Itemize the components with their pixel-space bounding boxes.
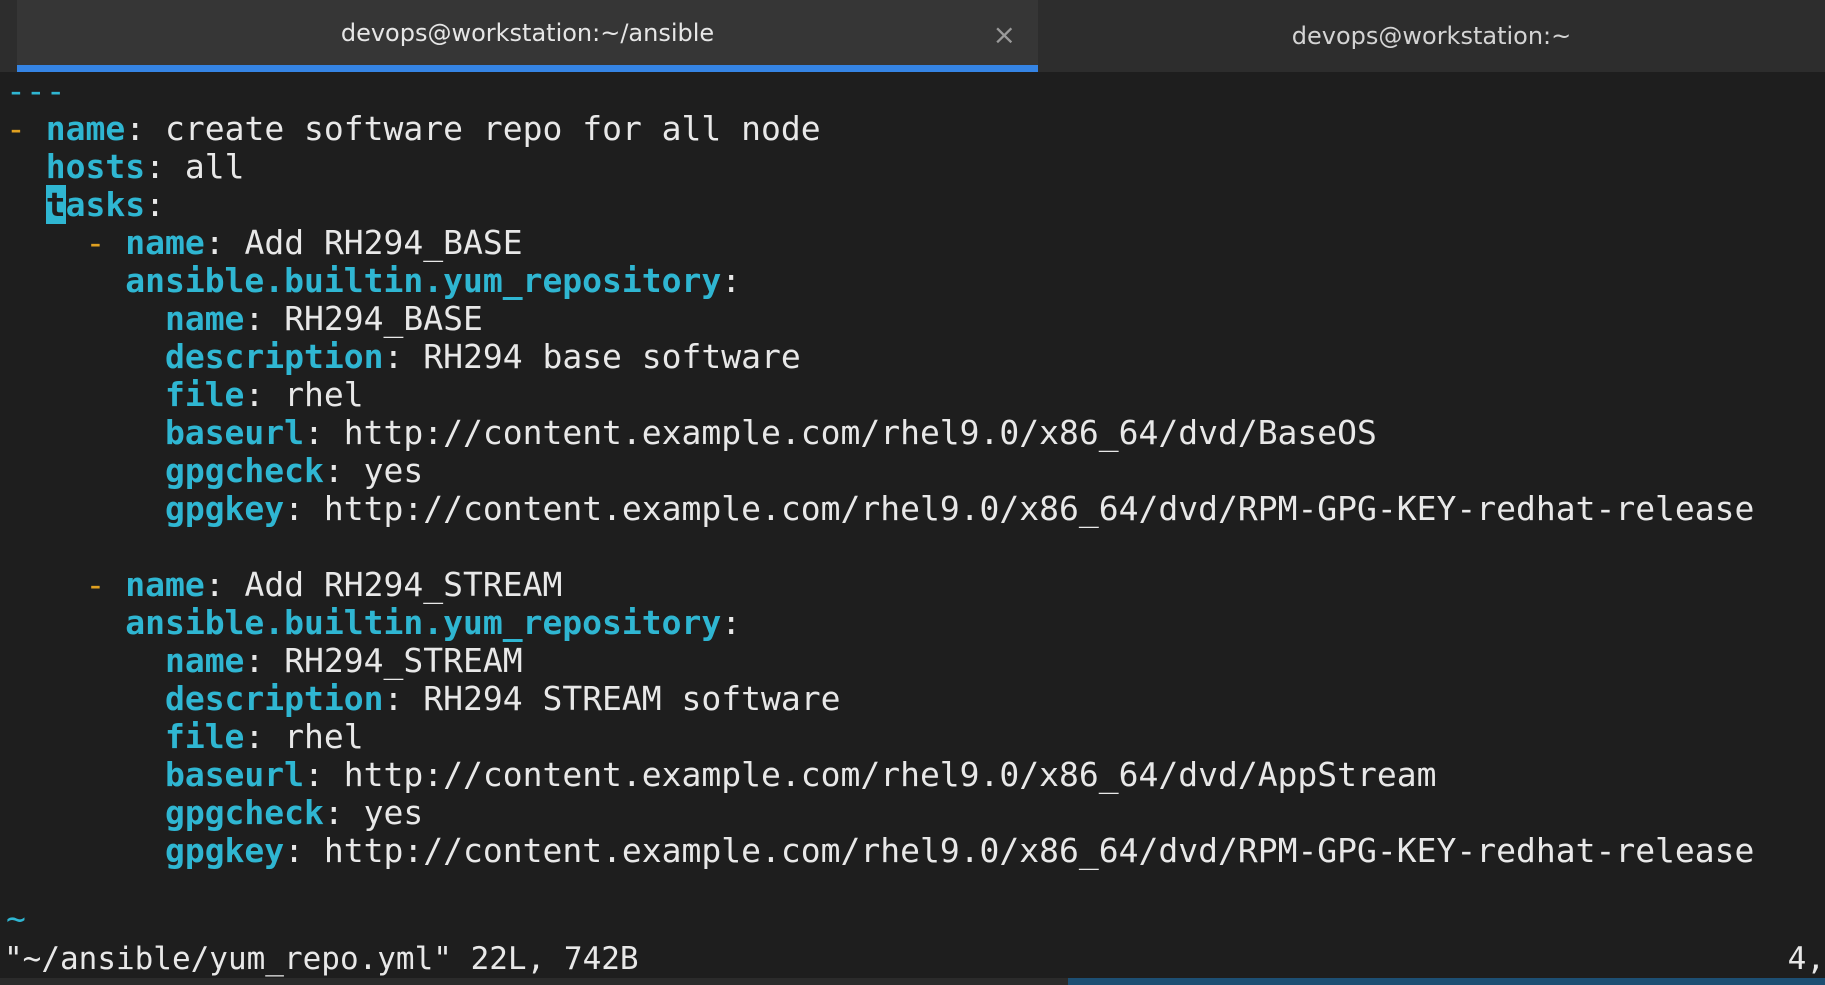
yaml-value: Add RH294_STREAM <box>244 565 563 604</box>
code-line: tasks: <box>45 185 165 224</box>
yaml-key: name <box>45 109 126 148</box>
code-line: ~ <box>6 900 26 938</box>
code-line: gpgcheck: yes <box>164 451 424 490</box>
yaml-key: name <box>164 299 245 338</box>
code-line: baseurl: http://content.example.com/rhel… <box>164 413 1377 452</box>
yaml-value: rhel <box>284 717 364 756</box>
code-line: name: RH294_STREAM <box>164 641 523 680</box>
yaml-key: description <box>164 337 384 376</box>
yaml-value: http://content.example.com/rhel9.0/x86_6… <box>323 831 1755 870</box>
yaml-key: gpgcheck <box>164 793 324 832</box>
yaml-key: baseurl <box>164 413 305 452</box>
code-line: file: rhel <box>164 375 364 414</box>
yaml-value: yes <box>363 793 424 832</box>
yaml-value: RH294_BASE <box>284 299 483 338</box>
list-dash: - <box>6 109 26 148</box>
code-line: --- <box>6 72 66 110</box>
yaml-key: name <box>164 641 245 680</box>
cursor-position: 4, <box>1787 941 1825 977</box>
tab-ansible[interactable]: devops@workstation:~/ansible × <box>17 0 1038 72</box>
code-line: description: RH294 base software <box>164 337 801 376</box>
vim-status-line: "~/ansible/yum_repo.yml" 22L, 742B 4, <box>0 940 1825 978</box>
yaml-key: file <box>164 375 245 414</box>
code-line: - name: create software repo for all nod… <box>6 109 821 148</box>
yaml-value: yes <box>363 451 424 490</box>
tab-label: devops@workstation:~/ansible <box>340 18 715 47</box>
file-info: "~/ansible/yum_repo.yml" 22L, 742B <box>4 941 639 977</box>
tab-home[interactable]: devops@workstation:~ <box>1038 0 1825 72</box>
yaml-value: http://content.example.com/rhel9.0/x86_6… <box>323 489 1755 528</box>
code-line: gpgkey: http://content.example.com/rhel9… <box>164 831 1755 870</box>
yaml-key: name <box>125 565 205 604</box>
list-dash: - <box>85 565 106 604</box>
empty-line-marker: ~ <box>6 899 26 938</box>
code-line: description: RH294 STREAM software <box>164 679 841 718</box>
yaml-key: ansible.builtin.yum_repository <box>125 261 722 300</box>
yaml-key: hosts <box>45 147 146 186</box>
code-line: file: rhel <box>164 717 364 756</box>
yaml-key: description <box>164 679 384 718</box>
tab-bar: devops@workstation:~/ansible × devops@wo… <box>0 0 1825 72</box>
code-line: - name: Add RH294_STREAM <box>85 565 563 604</box>
yaml-key: asks <box>65 185 146 224</box>
code-line: - name: Add RH294_BASE <box>85 223 523 262</box>
yaml-value: RH294 base software <box>423 337 801 376</box>
yaml-value: rhel <box>284 375 364 414</box>
yaml-value: http://content.example.com/rhel9.0/x86_6… <box>343 413 1377 452</box>
yaml-value: Add RH294_BASE <box>244 223 523 262</box>
yaml-key: file <box>164 717 245 756</box>
code-line: ansible.builtin.yum_repository: <box>125 261 742 300</box>
text-cursor: t <box>45 185 66 224</box>
code-line: baseurl: http://content.example.com/rhel… <box>164 755 1437 794</box>
yaml-value: RH294_STREAM <box>284 641 523 680</box>
yaml-key: gpgkey <box>164 831 285 870</box>
yaml-key: ansible.builtin.yum_repository <box>125 603 722 642</box>
yaml-value: create software repo for all node <box>164 109 821 148</box>
yaml-key: gpgkey <box>164 489 285 528</box>
list-dash: - <box>85 223 106 262</box>
yaml-key: name <box>125 223 205 262</box>
yaml-value: http://content.example.com/rhel9.0/x86_6… <box>343 755 1437 794</box>
code-line: hosts: all <box>45 147 245 186</box>
yaml-doc-start: --- <box>6 71 66 110</box>
window-bottom-accent <box>1068 978 1825 985</box>
tab-label: devops@workstation:~ <box>1291 22 1572 50</box>
code-line: gpgkey: http://content.example.com/rhel9… <box>164 489 1755 528</box>
code-line: gpgcheck: yes <box>164 793 424 832</box>
code-line: ansible.builtin.yum_repository: <box>125 603 742 642</box>
code-line: name: RH294_BASE <box>164 299 483 338</box>
close-icon[interactable]: × <box>993 18 1016 52</box>
yaml-value: RH294 STREAM software <box>423 679 841 718</box>
yaml-value: all <box>184 147 245 186</box>
vim-editor[interactable]: --- - name: create software repo for all… <box>0 72 1825 940</box>
yaml-key: gpgcheck <box>164 451 324 490</box>
yaml-key: baseurl <box>164 755 305 794</box>
